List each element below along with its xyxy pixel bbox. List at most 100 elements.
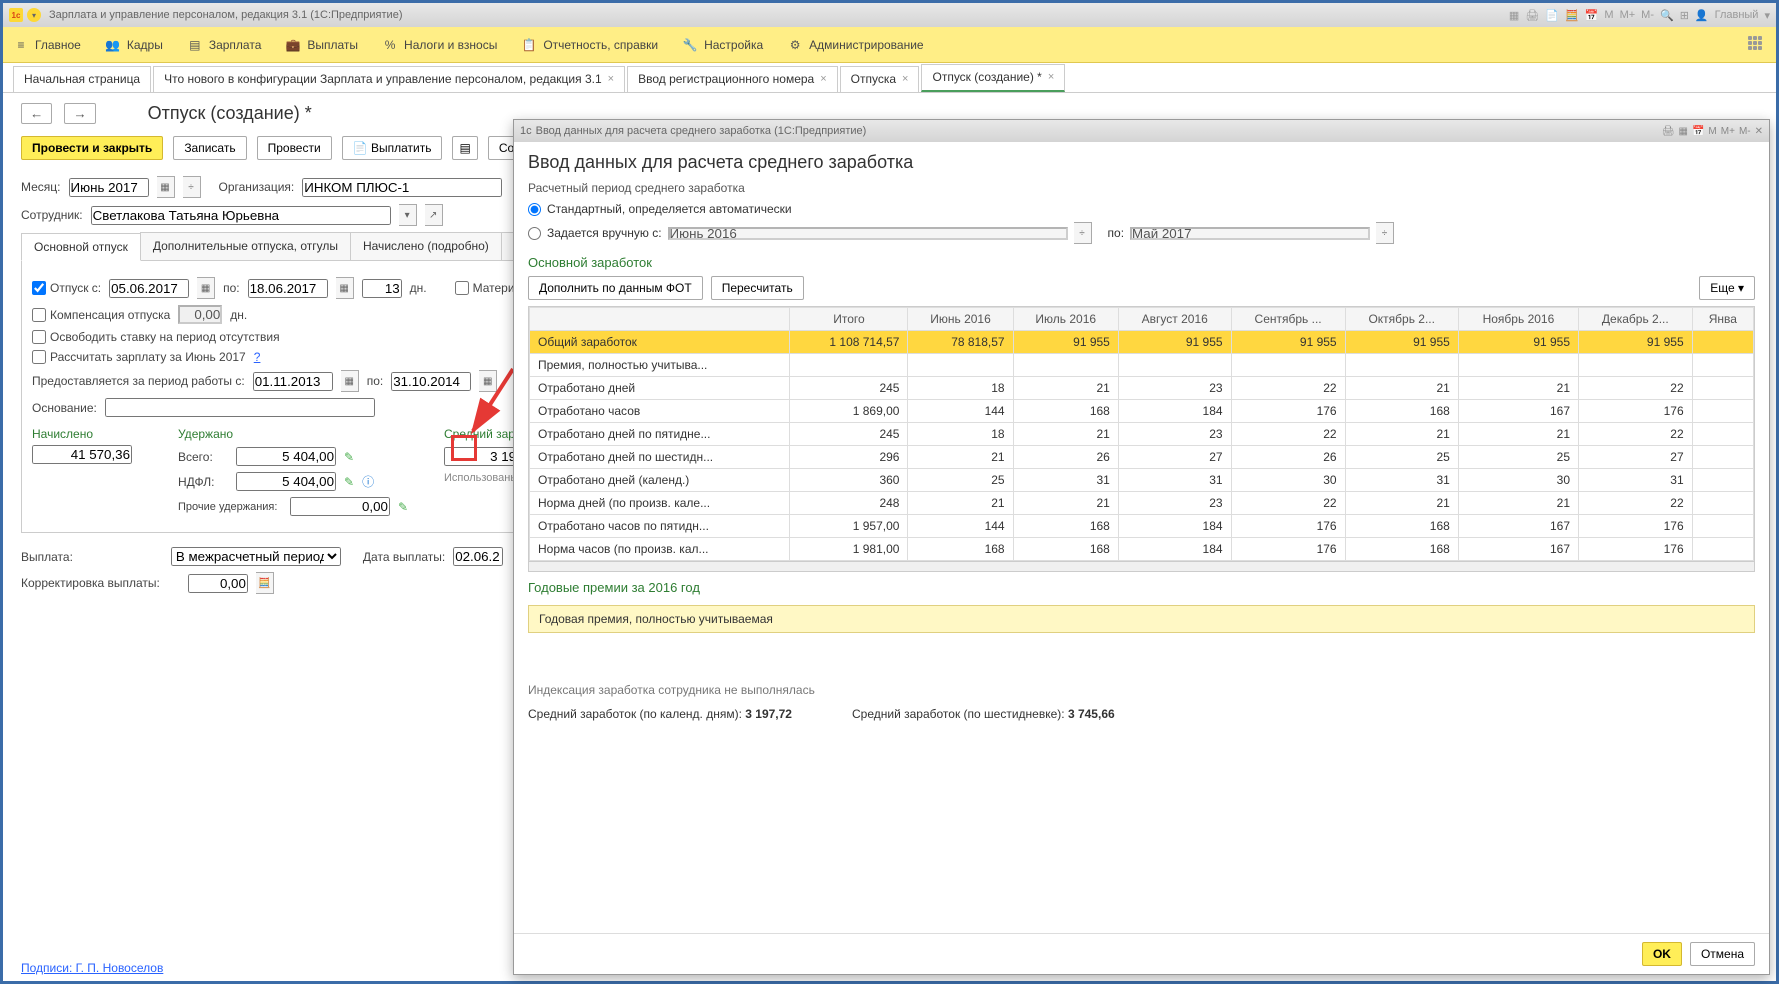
days-field[interactable] [362,279,402,298]
table-cell[interactable]: 23 [1118,492,1231,515]
table-cell[interactable] [790,354,908,377]
table-header[interactable]: Сентябрь ... [1231,308,1345,331]
table-row[interactable]: Отработано часов по пятидн...1 957,00144… [530,515,1754,538]
table-cell[interactable]: 21 [1458,377,1578,400]
fill-fot-button[interactable]: Дополнить по данным ФОТ [528,276,703,300]
table-cell[interactable]: 21 [1345,492,1458,515]
edit-icon[interactable]: ✎ [344,475,354,489]
table-cell[interactable]: 296 [790,446,908,469]
inner-tab[interactable]: Дополнительные отпуска, отгулы [140,232,351,260]
table-cell[interactable]: 248 [790,492,908,515]
table-cell[interactable]: 91 955 [1579,331,1693,354]
table-cell[interactable]: 26 [1231,446,1345,469]
total-field[interactable] [236,447,336,466]
table-cell[interactable]: 22 [1231,492,1345,515]
pay-button[interactable]: 📄 Выплатить [342,136,443,160]
table-cell[interactable]: 168 [1013,400,1118,423]
table-cell[interactable]: 91 955 [1013,331,1118,354]
table-cell[interactable]: 22 [1231,423,1345,446]
table-row[interactable]: Отработано дней по пятидне...24518212322… [530,423,1754,446]
tool-icon[interactable]: 🧮 [1565,9,1579,22]
date-from-field[interactable] [109,279,189,298]
table-cell[interactable]: 91 955 [1458,331,1578,354]
table-cell[interactable] [1692,446,1753,469]
table-cell[interactable] [1458,354,1578,377]
table-cell[interactable]: 167 [1458,400,1578,423]
dropdown-icon[interactable]: ▾ [27,8,41,22]
table-cell[interactable]: 144 [908,400,1013,423]
tab[interactable]: Начальная страница [13,66,151,92]
print-icon[interactable]: 🖨 [1662,126,1675,137]
table-cell[interactable] [1345,354,1458,377]
basis-field[interactable] [105,398,375,417]
inner-tab[interactable]: Начислено (подробно) [350,232,502,260]
table-cell[interactable]: 21 [1345,423,1458,446]
table-cell[interactable]: 168 [1345,538,1458,561]
table-cell[interactable]: 168 [1345,515,1458,538]
ndfl-field[interactable] [236,472,336,491]
table-cell[interactable]: 168 [1345,400,1458,423]
close-icon[interactable]: × [820,73,826,85]
month-field[interactable] [69,178,149,197]
mem-icon[interactable]: M [1604,9,1613,21]
grid-icon[interactable]: ▦ [1679,126,1688,137]
table-cell[interactable] [1692,469,1753,492]
table-row[interactable]: Отработано дней (календ.)360253131303130… [530,469,1754,492]
table-cell[interactable]: 23 [1118,377,1231,400]
table-cell[interactable]: 21 [1013,377,1118,400]
table-cell[interactable]: 31 [1118,469,1231,492]
table-cell[interactable]: 184 [1118,515,1231,538]
period-from-field[interactable] [253,372,333,391]
table-row[interactable]: Общий заработок1 108 714,5778 818,5791 9… [530,331,1754,354]
inner-tab[interactable]: Основной отпуск [21,233,141,261]
cal-icon[interactable]: 📅 [1692,126,1704,137]
menu-settings[interactable]: 🔧Настройка [682,37,763,53]
table-header[interactable]: Янва [1692,308,1753,331]
user-label[interactable]: Главный [1715,9,1759,21]
table-cell[interactable]: 176 [1579,515,1693,538]
accrued-field[interactable] [32,445,132,464]
cancel-button[interactable]: Отмена [1690,942,1755,966]
table-cell[interactable]: 78 818,57 [908,331,1013,354]
release-checkbox[interactable] [32,330,46,344]
table-cell[interactable]: 91 955 [1118,331,1231,354]
table-row[interactable]: Норма дней (по произв. кале...2482121232… [530,492,1754,515]
table-cell[interactable]: 26 [1013,446,1118,469]
month-cal-icon[interactable]: ▦ [157,176,175,198]
table-cell[interactable]: 27 [1579,446,1693,469]
table-cell[interactable]: 176 [1579,538,1693,561]
table-cell[interactable]: 176 [1231,515,1345,538]
period-manual-radio[interactable] [528,227,541,240]
table-header[interactable]: Август 2016 [1118,308,1231,331]
table-header[interactable] [530,308,790,331]
edit-icon[interactable]: ✎ [344,450,354,464]
cal-icon[interactable]: ▦ [197,277,215,299]
table-cell[interactable]: 18 [908,423,1013,446]
table-cell[interactable]: 1 869,00 [790,400,908,423]
close-icon[interactable]: × [608,73,614,85]
table-row[interactable]: Отработано дней24518212322212122 [530,377,1754,400]
pay-date-field[interactable] [453,547,503,566]
tab[interactable]: Отпуска× [840,66,920,92]
menu-personnel[interactable]: 👥Кадры [105,37,163,53]
table-cell[interactable]: 31 [1013,469,1118,492]
cal-icon[interactable]: ▦ [479,370,497,392]
table-cell[interactable]: 21 [1013,423,1118,446]
table-header[interactable]: Июль 2016 [1013,308,1118,331]
table-cell[interactable] [1118,354,1231,377]
edit-icon[interactable]: ✎ [398,500,408,514]
tab[interactable]: Отпуск (создание) *× [921,64,1065,92]
table-cell[interactable]: 30 [1231,469,1345,492]
table-cell[interactable]: 25 [1458,446,1578,469]
table-cell[interactable] [1579,354,1693,377]
recalc-button[interactable]: Пересчитать [711,276,804,300]
month-spin-icon[interactable]: ÷ [183,176,201,198]
window-icon[interactable]: ⊞ [1680,9,1689,22]
table-row[interactable]: Норма часов (по произв. кал...1 981,0016… [530,538,1754,561]
table-cell[interactable]: 21 [1345,377,1458,400]
vacation-checkbox[interactable] [32,281,46,295]
tool-icon[interactable]: 📄 [1545,9,1559,22]
recalc-checkbox[interactable] [32,350,46,364]
save-button[interactable]: Записать [173,136,246,160]
tool-icon[interactable]: 🖨 [1525,9,1539,22]
